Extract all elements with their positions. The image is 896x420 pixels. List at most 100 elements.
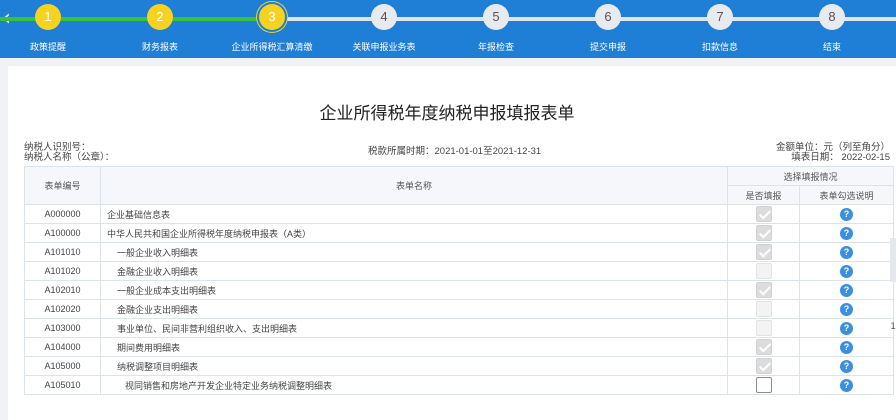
table-header-row: 表单编号 表单名称 选择填报情况 bbox=[24, 166, 894, 205]
help-icon[interactable]: ? bbox=[840, 245, 853, 259]
explain-cell: ? bbox=[799, 280, 894, 300]
form-name: 事业单位、民间非营利组织收入、支出明细表 bbox=[100, 318, 728, 338]
step-4[interactable]: 4 关联申报业务表 bbox=[336, 0, 432, 58]
fill-cell bbox=[727, 280, 800, 300]
fill-checkbox[interactable] bbox=[755, 282, 772, 298]
fill-checkbox bbox=[755, 301, 772, 317]
step-label[interactable]: 扣款信息 bbox=[672, 40, 768, 53]
form-name: 一般企业收入明细表 bbox=[100, 242, 728, 262]
explain-cell: ? bbox=[799, 299, 894, 319]
table-row: A000000 企业基础信息表? bbox=[24, 204, 894, 224]
form-name: 一般企业成本支出明细表 bbox=[100, 280, 728, 300]
explain-cell: ? bbox=[799, 318, 894, 338]
fill-checkbox[interactable] bbox=[755, 225, 772, 241]
fill-checkbox[interactable] bbox=[755, 206, 772, 222]
header-fill: 是否填报 bbox=[727, 185, 800, 205]
form-code: A101010 bbox=[24, 242, 101, 262]
step-circle[interactable]: 3 bbox=[259, 4, 285, 30]
explain-cell: ? bbox=[799, 261, 894, 281]
step-label[interactable]: 结束 bbox=[784, 40, 880, 53]
help-icon[interactable]: ? bbox=[840, 207, 853, 221]
page-title: 企业所得税年度纳税申报填报表单 bbox=[319, 104, 575, 123]
step-circle[interactable]: 7 bbox=[707, 4, 733, 30]
step-label[interactable]: 提交申报 bbox=[560, 40, 656, 53]
fill-checkbox[interactable] bbox=[755, 377, 772, 393]
step-circle[interactable]: 6 bbox=[595, 4, 621, 30]
form-code: A102010 bbox=[24, 280, 101, 300]
fill-cell bbox=[727, 337, 800, 357]
form-code: A000000 bbox=[24, 204, 101, 224]
form-name: 金融企业收入明细表 bbox=[100, 261, 728, 281]
explain-cell: ? bbox=[799, 204, 894, 224]
step-2[interactable]: 2 财务报表 bbox=[112, 0, 208, 58]
table-row: A105010 视同销售和房地产开发企业特定业务纳税调整明细表? bbox=[24, 375, 894, 395]
step-circle[interactable]: 5 bbox=[483, 4, 509, 30]
explain-cell: ? bbox=[799, 375, 894, 395]
step-label[interactable]: 关联申报业务表 bbox=[336, 40, 432, 53]
main-content: 企业所得税年度纳税申报填报表单 纳税人识别号： 纳税人名称（公章）： 税款所属时… bbox=[8, 66, 896, 420]
explain-cell: ? bbox=[799, 242, 894, 262]
header-code: 表单编号 bbox=[24, 166, 101, 205]
fill-checkbox[interactable] bbox=[755, 358, 772, 374]
help-icon[interactable]: ? bbox=[840, 264, 853, 278]
step-progress-bar: ‹ 1政策提醒2财务报表3企业所得税汇算清缴4关联申报业务表5年报检查6提交申报… bbox=[0, 0, 896, 58]
taxpayer-name-label: 纳税人名称（公章）： bbox=[24, 152, 115, 163]
step-label[interactable]: 财务报表 bbox=[112, 40, 208, 53]
step-label[interactable]: 政策提醒 bbox=[0, 40, 96, 53]
fill-cell bbox=[727, 375, 800, 395]
step-1[interactable]: 1 政策提醒 bbox=[0, 0, 96, 58]
form-selection-table: 表单编号 表单名称 选择填报情况 是否填报 表单勾选说明 A000000 企业基础… bbox=[24, 166, 894, 395]
table-row: A100000 中华人民共和国企业所得税年度纳税申报表（A类）? bbox=[24, 223, 894, 243]
step-6[interactable]: 6 提交申报 bbox=[560, 0, 656, 58]
form-name: 视同销售和房地产开发企业特定业务纳税调整明细表 bbox=[100, 375, 728, 395]
header-explain: 表单勾选说明 bbox=[799, 185, 894, 205]
fill-checkbox bbox=[755, 263, 772, 279]
taxpayer-info: 纳税人识别号： 纳税人名称（公章）： bbox=[24, 143, 114, 163]
step-circle[interactable]: 4 bbox=[371, 4, 397, 30]
fill-cell bbox=[727, 261, 800, 281]
table-row: A105000 纳税调整项目明细表? bbox=[24, 356, 894, 376]
table-row: A101020 金融企业收入明细表? bbox=[24, 261, 894, 281]
help-icon[interactable]: ? bbox=[840, 226, 853, 240]
form-name: 金融企业支出明细表 bbox=[100, 299, 728, 319]
table-row: A102010 一般企业成本支出明细表? bbox=[24, 280, 894, 300]
help-icon[interactable]: ? bbox=[840, 283, 853, 297]
header-selection-group: 选择填报情况 bbox=[727, 166, 894, 186]
step-7[interactable]: 7 扣款信息 bbox=[672, 0, 768, 58]
step-circle[interactable]: 8 bbox=[819, 4, 845, 30]
form-code: A100000 bbox=[24, 223, 101, 243]
help-icon[interactable]: ? bbox=[840, 302, 853, 316]
tax-period: 税款所属时期：2021-01-01至2021-12-31 bbox=[368, 146, 542, 157]
fill-date: 填表日期： 2022-02-15 bbox=[791, 152, 890, 163]
form-code: A102020 bbox=[24, 299, 101, 319]
step-label[interactable]: 年报检查 bbox=[448, 40, 544, 53]
step-5[interactable]: 5 年报检查 bbox=[448, 0, 544, 58]
fill-cell bbox=[727, 242, 800, 262]
form-name: 纳税调整项目明细表 bbox=[100, 356, 728, 376]
fill-cell bbox=[727, 299, 800, 319]
help-icon[interactable]: ? bbox=[840, 321, 853, 335]
header-name: 表单名称 bbox=[100, 166, 728, 205]
fill-checkbox bbox=[755, 320, 772, 336]
help-icon[interactable]: ? bbox=[840, 340, 853, 354]
fill-cell bbox=[727, 356, 800, 376]
side-scroll-tab[interactable] bbox=[890, 238, 896, 282]
step-circle[interactable]: 2 bbox=[147, 4, 173, 30]
table-row: A104000 期间费用明细表? bbox=[24, 337, 894, 357]
step-3[interactable]: 3 企业所得税汇算清缴 bbox=[224, 0, 320, 58]
step-8[interactable]: 8 结束 bbox=[784, 0, 880, 58]
fill-cell bbox=[727, 223, 800, 243]
help-icon[interactable]: ? bbox=[840, 378, 853, 392]
step-label[interactable]: 企业所得税汇算清缴 bbox=[224, 40, 320, 53]
help-icon[interactable]: ? bbox=[840, 359, 853, 373]
table-row: A103000 事业单位、民间非营利组织收入、支出明细表? bbox=[24, 318, 894, 338]
fill-checkbox[interactable] bbox=[755, 244, 772, 260]
explain-cell: ? bbox=[799, 223, 894, 243]
form-code: A103000 bbox=[24, 318, 101, 338]
form-name: 期间费用明细表 bbox=[100, 337, 728, 357]
table-row: A101010 一般企业收入明细表? bbox=[24, 242, 894, 262]
step-circle[interactable]: 1 bbox=[35, 4, 61, 30]
report-info: 金额单位：元（列至角分） 填表日期： 2022-02-15 bbox=[776, 143, 890, 163]
fill-checkbox[interactable] bbox=[755, 339, 772, 355]
explain-cell: ? bbox=[799, 337, 894, 357]
